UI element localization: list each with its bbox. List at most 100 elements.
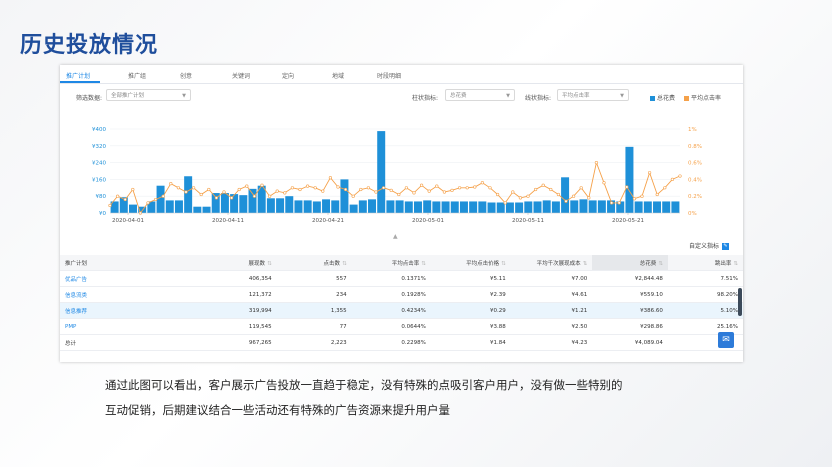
ctr-point xyxy=(374,190,378,194)
bar xyxy=(413,201,422,213)
bar xyxy=(653,201,662,213)
custom-metric-button[interactable]: 自定义指标 ✎ xyxy=(689,241,729,250)
ctr-point xyxy=(435,184,439,188)
bar-metric-select[interactable]: 总花费 ▼ xyxy=(445,89,515,101)
tab-targeting[interactable]: 定向 xyxy=(282,71,294,80)
tab-region[interactable]: 地域 xyxy=(332,71,344,80)
sort-icon[interactable]: ⇅ xyxy=(501,261,506,267)
tab-keyword[interactable]: 关键词 xyxy=(232,71,250,80)
legend-item-ctr[interactable]: 平均点击率 xyxy=(684,93,721,102)
campaign-link[interactable]: PMP xyxy=(65,324,76,330)
tab-campaign[interactable]: 推广计划 xyxy=(66,71,90,80)
column-header[interactable]: 推广计划 xyxy=(60,255,202,271)
campaign-link[interactable]: 信息流类 xyxy=(65,293,87,299)
ctr-point xyxy=(161,194,165,198)
sort-icon[interactable]: ⇅ xyxy=(342,261,347,267)
ctr-point xyxy=(412,191,416,195)
table-row: 信息流类 121,372 234 0.1928% ¥2.39 ¥4.61 ¥559.10 98… xyxy=(60,286,743,303)
campaign-link[interactable]: 优品广告 xyxy=(65,277,87,283)
x-tick-label: 2020-04-01 xyxy=(112,218,144,224)
line-metric-select[interactable]: 平均点击率 ▼ xyxy=(557,89,629,101)
ctr-point xyxy=(268,194,272,198)
ctr-point xyxy=(351,194,355,198)
column-header[interactable]: 平均点击价格 ⇅ xyxy=(430,255,511,271)
ctr-point xyxy=(663,186,667,190)
tab-creative[interactable]: 创意 xyxy=(180,71,192,80)
column-header[interactable]: 平均点击率 ⇅ xyxy=(351,255,431,271)
x-tick-label: 2020-05-11 xyxy=(512,218,544,224)
bar xyxy=(156,185,165,213)
ctr-point xyxy=(579,186,583,190)
bar xyxy=(469,201,478,213)
campaign-filter-select[interactable]: 全部推广计划 ▼ xyxy=(106,89,191,101)
y-tick-label-left: ¥320 xyxy=(92,144,106,150)
table-cell: 信息推荐 xyxy=(60,302,202,319)
column-header[interactable]: 总花费 ⇅ xyxy=(592,255,668,271)
legend-swatch xyxy=(684,96,689,101)
column-header[interactable]: 平均千次展现成本 ⇅ xyxy=(510,255,593,271)
column-header-label: 跳出率 xyxy=(714,260,732,267)
y-tick-label-left: ¥0 xyxy=(99,211,106,217)
bar xyxy=(128,204,137,213)
bar xyxy=(294,200,303,213)
sort-icon[interactable]: ⇅ xyxy=(583,261,588,267)
ctr-point xyxy=(146,201,150,205)
ctr-point xyxy=(321,189,325,193)
bar xyxy=(551,201,560,213)
bar xyxy=(395,200,404,213)
ctr-point xyxy=(511,190,515,194)
ctr-point xyxy=(207,187,211,192)
legend-item-spend[interactable]: 总花费 xyxy=(650,93,675,102)
chevron-down-icon: ▼ xyxy=(620,93,624,99)
column-header[interactable]: 跳出率 ⇅ xyxy=(667,255,743,271)
legend-label: 平均点击率 xyxy=(691,95,722,102)
ctr-point xyxy=(115,194,120,198)
sort-icon[interactable]: ⇅ xyxy=(658,261,663,267)
column-header-label: 平均点击价格 xyxy=(466,260,500,267)
table-cell: 967,265 xyxy=(201,334,277,351)
bar xyxy=(368,199,377,213)
ctr-point xyxy=(541,183,545,187)
bar xyxy=(202,206,211,213)
table-cell: ¥3.88 xyxy=(430,318,511,335)
table-cell: 总计 xyxy=(60,334,202,351)
campaign-link[interactable]: 信息推荐 xyxy=(65,309,87,315)
table-cell: 0.0644% xyxy=(351,318,431,335)
report-screenshot: 推广计划 推广组 创意 关键词 定向 地域 时段明细 筛选数据: 全部推广计划 … xyxy=(60,65,743,362)
table-cell: PMP xyxy=(60,318,202,335)
ctr-point xyxy=(534,187,538,192)
sort-icon[interactable]: ⇅ xyxy=(733,261,738,267)
table-total-row: 总计 967,265 2,223 0.2298% ¥1.84 ¥4.23 ¥4,089.04 xyxy=(60,334,743,351)
column-header[interactable]: 点击数 ⇅ xyxy=(276,255,352,271)
table-cell: ¥5.11 xyxy=(430,270,511,287)
ctr-point xyxy=(450,188,454,192)
column-header-label: 总花费 xyxy=(639,260,657,267)
column-header-label: 平均点击率 xyxy=(391,260,420,267)
ctr-point xyxy=(496,192,500,197)
bar xyxy=(496,202,505,213)
bar xyxy=(184,176,193,213)
table-cell: ¥559.10 xyxy=(592,286,668,303)
collapse-chart-icon[interactable]: ▲ xyxy=(393,233,398,240)
column-header[interactable]: 展现数 ⇅ xyxy=(201,255,277,271)
bar xyxy=(276,198,285,213)
ctr-point xyxy=(655,192,659,197)
sort-icon[interactable]: ⇅ xyxy=(267,261,272,267)
mail-icon[interactable]: ✉ xyxy=(718,332,734,348)
scrollbar-thumb[interactable] xyxy=(738,288,742,316)
ctr-point xyxy=(313,186,317,190)
ctr-point xyxy=(123,197,127,202)
legend-swatch xyxy=(650,96,655,101)
y-tick-label-left: ¥80 xyxy=(96,194,107,200)
ctr-point xyxy=(214,196,218,200)
sort-icon[interactable]: ⇅ xyxy=(421,261,426,267)
ctr-point xyxy=(632,197,637,201)
table-cell: 0.1928% xyxy=(351,286,431,303)
ctr-point xyxy=(169,181,173,186)
bar xyxy=(285,196,294,213)
ctr-point xyxy=(275,189,279,193)
tab-adgroup[interactable]: 推广组 xyxy=(128,71,146,80)
ctr-point xyxy=(670,177,675,182)
ctr-point xyxy=(640,194,644,198)
tab-timeslot[interactable]: 时段明细 xyxy=(377,71,401,80)
